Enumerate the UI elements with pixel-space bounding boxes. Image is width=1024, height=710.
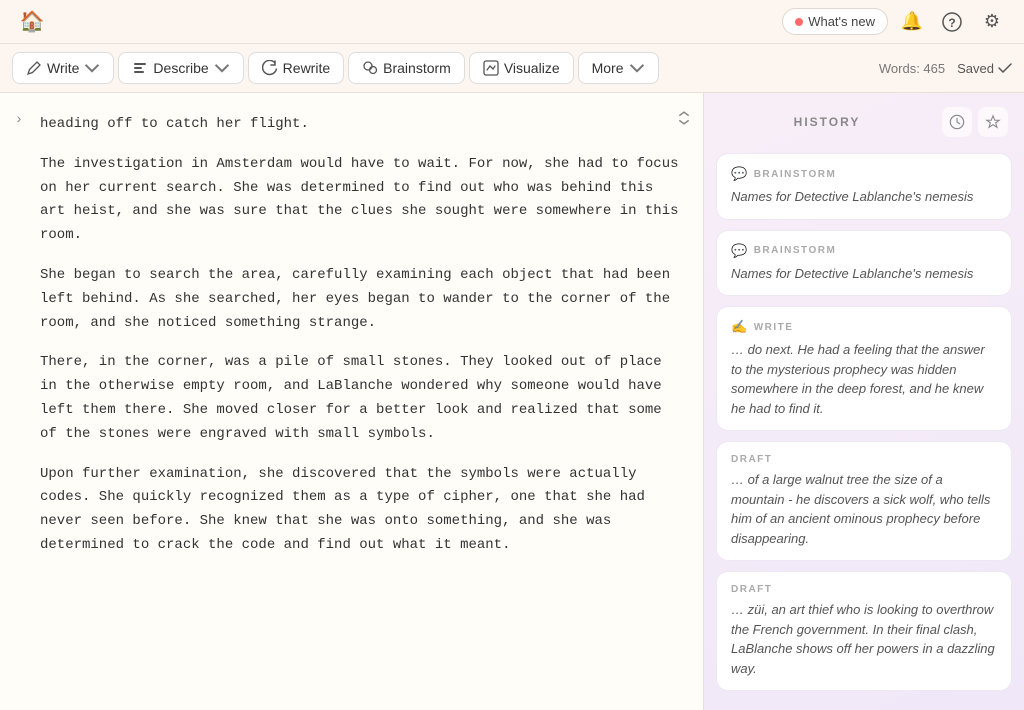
history-card-3-text: … of a large walnut tree the size of a m… [731,470,997,548]
editor-paragraph-1: The investigation in Amsterdam would hav… [40,153,679,248]
rewrite-icon [262,60,278,76]
history-card-3-type-label: DRAFT [731,454,772,465]
bell-button[interactable]: 🔔 [896,6,928,38]
checkmark-icon [998,63,1012,73]
describe-button[interactable]: Describe [118,52,243,84]
svg-text:?: ? [948,16,955,30]
settings-button[interactable]: ⚙ [976,6,1008,38]
editor-content: heading off to catch her flight. The inv… [24,109,679,558]
history-card-4[interactable]: DRAFT … züi, an art thief who is looking… [716,571,1012,691]
history-card-0[interactable]: 💬 BRAINSTORM Names for Detective Lablanc… [716,153,1012,220]
saved-badge: Saved [957,61,1012,76]
more-dropdown-icon [629,60,645,76]
history-card-4-type: DRAFT [731,584,997,595]
brainstorm-icon [362,60,378,76]
visualize-button[interactable]: Visualize [469,52,574,84]
word-count: Words: 465 [879,61,945,76]
history-card-2-text: … do next. He had a feeling that the ans… [731,340,997,418]
editor-paragraph-0: heading off to catch her flight. [40,113,679,137]
history-card-0-type: 💬 BRAINSTORM [731,166,997,182]
star-icon [985,114,1001,130]
more-label: More [592,60,624,76]
history-card-1-type-label: BRAINSTORM [754,245,837,256]
whats-new-label: What's new [808,14,875,29]
more-button[interactable]: More [578,52,659,84]
main-content: › heading off to catch her flight. The i… [0,93,1024,710]
rewrite-button[interactable]: Rewrite [248,52,344,84]
history-card-1-text: Names for Detective Lablanche's nemesis [731,264,997,284]
visualize-label: Visualize [504,60,560,76]
help-icon: ? [942,12,962,32]
editor-collapse-button[interactable] [673,107,695,129]
editor-paragraph-4: Upon further examination, she discovered… [40,463,679,558]
brainstorm-type-icon-1: 💬 [731,243,749,259]
collapse-icon [677,111,691,125]
history-card-0-type-label: BRAINSTORM [754,169,837,180]
history-card-3-type: DRAFT [731,454,997,465]
editor-paragraph-3: There, in the corner, was a pile of smal… [40,351,679,446]
write-label: Write [47,60,79,76]
history-card-0-text: Names for Detective Lablanche's nemesis [731,187,997,207]
rewrite-label: Rewrite [283,60,330,76]
write-type-icon-2: ✍ [731,319,749,335]
nav-right: What's new 🔔 ? ⚙ [782,6,1008,38]
history-list: 💬 BRAINSTORM Names for Detective Lablanc… [704,145,1024,710]
history-card-1[interactable]: 💬 BRAINSTORM Names for Detective Lablanc… [716,230,1012,297]
brainstorm-label: Brainstorm [383,60,451,76]
describe-dropdown-icon [214,60,230,76]
toolbar: Write Describe Rewrite Brainstorm Visual… [0,44,1024,93]
notification-dot [795,18,803,26]
editor-paragraph-2: She began to search the area, carefully … [40,264,679,335]
history-card-3[interactable]: DRAFT … of a large walnut tree the size … [716,441,1012,561]
describe-label: Describe [153,60,208,76]
history-card-2[interactable]: ✍ WRITE … do next. He had a feeling that… [716,306,1012,431]
describe-icon [132,60,148,76]
history-card-2-type: ✍ WRITE [731,319,997,335]
history-card-2-type-label: WRITE [754,322,794,333]
history-card-4-type-label: DRAFT [731,584,772,595]
history-card-1-type: 💬 BRAINSTORM [731,243,997,259]
history-star-button[interactable] [978,107,1008,137]
write-button[interactable]: Write [12,52,114,84]
history-header: HISTORY [704,93,1024,145]
history-header-icons [942,107,1008,137]
history-clock-button[interactable] [942,107,972,137]
write-dropdown-icon [84,60,100,76]
toolbar-right: Words: 465 Saved [879,61,1012,76]
history-card-4-text: … züi, an art thief who is looking to ov… [731,600,997,678]
history-panel: HISTORY 💬 B [704,93,1024,710]
help-button[interactable]: ? [936,6,968,38]
editor-panel[interactable]: › heading off to catch her flight. The i… [0,93,704,710]
saved-label: Saved [957,61,994,76]
whats-new-button[interactable]: What's new [782,8,888,35]
history-title: HISTORY [720,115,934,129]
clock-icon [949,114,965,130]
visualize-icon [483,60,499,76]
editor-toggle-button[interactable]: › [8,107,30,129]
top-nav: 🏠 What's new 🔔 ? ⚙ [0,0,1024,44]
brainstorm-type-icon-0: 💬 [731,166,749,182]
write-icon [26,60,42,76]
home-button[interactable]: 🏠 [16,6,48,38]
brainstorm-button[interactable]: Brainstorm [348,52,465,84]
